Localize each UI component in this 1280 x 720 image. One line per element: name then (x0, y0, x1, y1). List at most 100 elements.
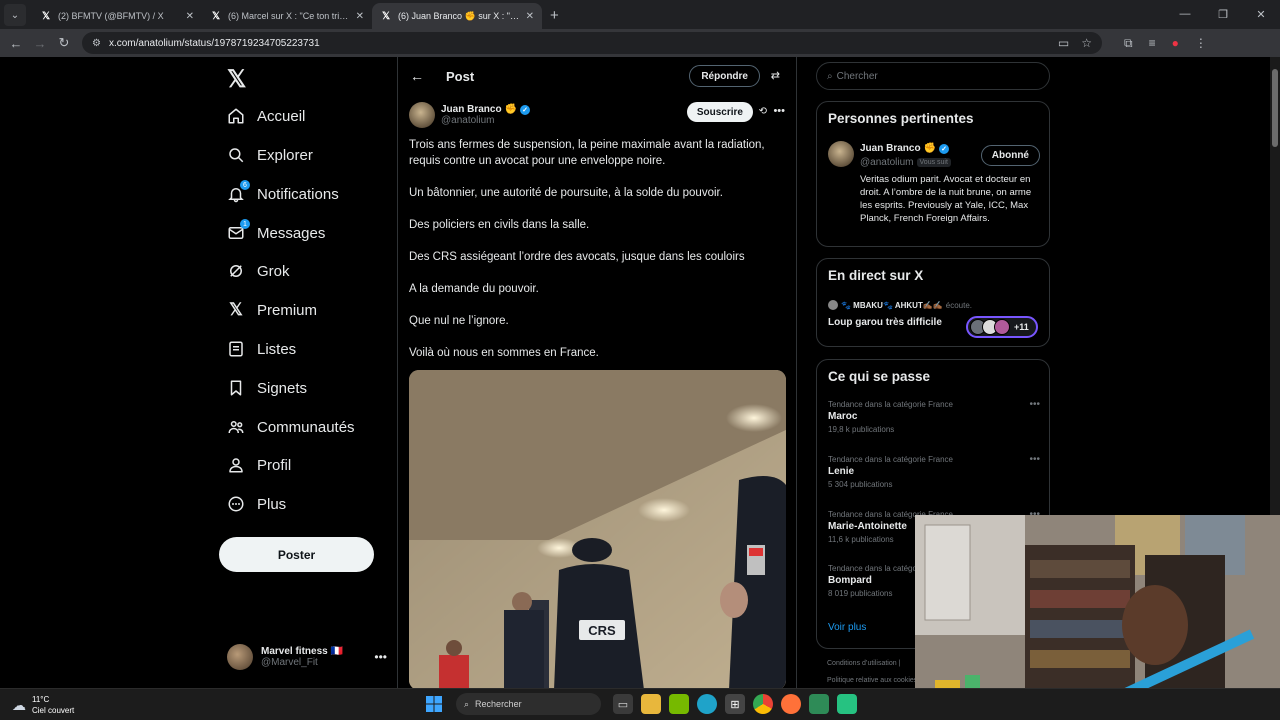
store-icon[interactable]: ⊞ (725, 694, 745, 714)
url-field[interactable]: ⚙ x.com/anatolium/status/197871923470522… (82, 32, 1102, 54)
windows-start-icon[interactable] (424, 694, 444, 714)
browser-tab-3[interactable]: 𝕏 (6) Juan Branco ✊ sur X : "Trois ans ✕ (372, 3, 542, 29)
nav-label: Plus (257, 495, 287, 513)
more-icon[interactable]: ••• (374, 650, 387, 664)
close-tab-icon[interactable]: ✕ (356, 11, 364, 22)
reload-icon[interactable]: ↻ (52, 35, 76, 51)
nav-item-bookmarks[interactable]: Signets (227, 373, 307, 403)
tweet-paragraph: Voilà où nous en sommes en France. (409, 347, 599, 359)
chrome-icon[interactable] (753, 694, 773, 714)
scrollbar-thumb[interactable] (1272, 69, 1278, 147)
nav-item-explore[interactable]: Explorer (227, 140, 313, 170)
extensions-icon[interactable]: ⧉ (1124, 36, 1133, 51)
trend-name: Lenie (828, 466, 855, 477)
nav-label: Explorer (257, 146, 313, 164)
close-tab-icon[interactable]: ✕ (526, 11, 534, 22)
nvidia-icon[interactable] (669, 694, 689, 714)
nav-label: Messages (257, 224, 326, 242)
more-icon[interactable]: ••• (1029, 454, 1040, 465)
search-icon (227, 146, 245, 164)
account-handle: @Marvel_Fit (261, 657, 318, 668)
x-logo-icon: 𝕏 (41, 10, 51, 22)
nav-item-lists[interactable]: Listes (227, 334, 296, 364)
live-space-hosts: 🐾 MBAKU🐾 AHKUT✍🏾✍🏾 écoute. (828, 300, 972, 310)
reply-button[interactable]: Répondre (689, 65, 760, 87)
nav-item-premium[interactable]: 𝕏 Premium (227, 295, 317, 325)
live-card: En direct sur X 🐾 MBAKU🐾 AHKUT✍🏾✍🏾 écout… (816, 258, 1050, 347)
tab-title: (6) Marcel sur X : "Ce ton triomphal (228, 11, 350, 21)
nav-item-communities[interactable]: Communautés (227, 412, 355, 442)
tweet-video[interactable]: CRS (409, 370, 786, 690)
terms-link[interactable]: Conditions d’utilisation | (827, 655, 917, 672)
close-window-icon[interactable]: ✕ (1242, 8, 1280, 21)
profile-icon[interactable]: ● (1172, 36, 1179, 51)
trend-count: 19,8 k publications (828, 425, 895, 434)
forward-icon[interactable]: → (28, 36, 52, 51)
cookies-link[interactable]: Politique relative aux cookies (827, 672, 917, 689)
task-view-icon[interactable]: ▭ (613, 694, 633, 714)
file-explorer-icon[interactable] (641, 694, 661, 714)
x-logo-icon[interactable]: 𝕏 (227, 65, 246, 94)
trend-item[interactable]: Tendance dans la catégorie France Maroc … (828, 399, 1040, 434)
show-more-link[interactable]: Voir plus (828, 622, 866, 633)
listener-count: +11 (1014, 322, 1029, 332)
edge-icon[interactable] (697, 694, 717, 714)
card-title: Ce qui se passe (828, 369, 931, 384)
taskbar-search[interactable]: ⌕ Rechercher (456, 693, 601, 715)
browser-menu-icon[interactable]: ⋮ (1195, 36, 1207, 51)
verified-icon: ✓ (939, 143, 950, 154)
app-icon[interactable] (837, 694, 857, 714)
left-nav: 𝕏 Accueil Explorer 6 Notifications 1 Mes… (219, 57, 397, 688)
app-icon[interactable] (809, 694, 829, 714)
search-icon: ⌕ (827, 70, 833, 82)
space-listeners[interactable]: +11 (966, 316, 1038, 338)
trend-name: Maroc (828, 411, 858, 422)
new-tab-icon[interactable]: + (550, 7, 559, 24)
cast-icon[interactable]: ▭ (1058, 36, 1069, 50)
trend-item[interactable]: Tendance dans la catégorie France Lenie … (828, 454, 1040, 489)
post-button[interactable]: Poster (219, 537, 374, 572)
weather-widget[interactable]: ☁ 11°C Ciel couvert (12, 694, 74, 716)
grok-icon[interactable]: ⟲ (759, 106, 767, 117)
nav-item-more[interactable]: Plus (227, 489, 286, 519)
search-input[interactable]: ⌕ Chercher (816, 62, 1050, 90)
avatar[interactable] (828, 141, 854, 167)
restore-icon[interactable]: ❐ (1204, 8, 1242, 21)
author-name[interactable]: Juan Branco (441, 104, 502, 115)
nav-item-home[interactable]: Accueil (227, 101, 305, 131)
more-icon[interactable]: ••• (773, 105, 785, 117)
sliders-icon[interactable]: ⇄ (771, 69, 780, 82)
nav-item-profile[interactable]: Profil (227, 450, 291, 480)
trend-count: 5 304 publications (828, 480, 893, 489)
person-bio: Veritas odium parit. Avocat et docteur e… (860, 174, 1032, 224)
firefox-icon[interactable] (781, 694, 801, 714)
nav-item-notifications[interactable]: 6 Notifications (227, 179, 339, 209)
close-tab-icon[interactable]: ✕ (186, 11, 194, 22)
tweet-paragraph: Trois ans fermes de suspension, la peine… (409, 139, 765, 167)
space-title[interactable]: Loup garou très difficile (828, 317, 942, 328)
account-switcher[interactable]: Marvel fitness 🇫🇷 @Marvel_Fit ••• (227, 641, 387, 673)
site-settings-icon[interactable]: ⚙ (92, 38, 101, 49)
tab-search-button[interactable]: ⌄ (4, 4, 26, 26)
tweet-text: Trois ans fermes de suspension, la peine… (409, 137, 784, 377)
author-handle[interactable]: @anatolium (441, 115, 530, 126)
reading-list-icon[interactable]: ≡ (1149, 36, 1156, 51)
back-arrow-icon[interactable]: ← (410, 68, 430, 84)
star-icon[interactable]: ☆ (1081, 36, 1092, 50)
browser-tab-2[interactable]: 𝕏 (6) Marcel sur X : "Ce ton triomphal ✕ (202, 3, 372, 29)
minimize-icon[interactable]: — (1166, 8, 1204, 20)
x-icon: 𝕏 (229, 300, 243, 319)
nav-label: Listes (257, 340, 297, 358)
avatar[interactable] (409, 102, 435, 128)
following-button[interactable]: Abonné (980, 145, 1040, 166)
browser-tab-1[interactable]: 𝕏 (2) BFMTV (@BFMTV) / X ✕ (32, 3, 202, 29)
more-icon[interactable]: ••• (1029, 399, 1040, 410)
subscribe-button[interactable]: Souscrire (686, 102, 753, 122)
nav-item-messages[interactable]: 1 Messages (227, 218, 325, 248)
nav-item-grok[interactable]: Grok (227, 256, 290, 286)
tab-title: (2) BFMTV (@BFMTV) / X (58, 11, 164, 21)
back-icon[interactable]: ← (4, 36, 28, 51)
tweet-paragraph: Des CRS assiégeant l’ordre des avocats, … (409, 251, 745, 263)
nav-label: Premium (257, 301, 318, 319)
tweet-paragraph: A la demande du pouvoir. (409, 283, 539, 295)
